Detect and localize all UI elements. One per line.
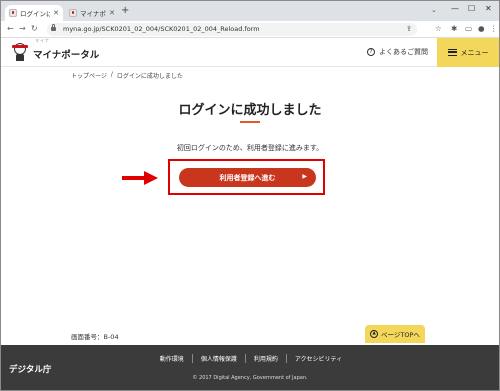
bookmark-star-icon[interactable]: ☆ xyxy=(435,24,442,34)
browser-menu-icon[interactable]: ⋮ xyxy=(490,24,498,34)
site-footer: デジタル庁 動作環境 個人情報保護 利用規約 アクセシビリティ © 2017 D… xyxy=(1,345,499,390)
tab-close-icon[interactable]: ✕ xyxy=(109,9,115,17)
faq-label: よくあるご質問 xyxy=(379,48,428,56)
sidepanel-icon[interactable]: ▭ xyxy=(465,24,472,34)
title-underline xyxy=(240,121,260,123)
address-bar[interactable]: myna.go.jp/SCK0201_02_004/SCK0201_02_004… xyxy=(47,23,417,36)
footer-links: 動作環境 個人情報保護 利用規約 アクセシビリティ xyxy=(141,354,361,363)
page-title: ログインに成功しました xyxy=(178,103,322,118)
breadcrumb-separator: / xyxy=(110,71,113,78)
tab-close-icon[interactable]: ✕ xyxy=(53,9,59,17)
tab-title: ログインに成功しました xyxy=(20,10,51,18)
arrow-right-icon: ▶ xyxy=(302,173,307,180)
share-icon[interactable]: ⇪ xyxy=(406,24,412,34)
page-top-button[interactable]: ▲ ページTOPへ xyxy=(365,325,425,343)
reload-icon[interactable]: ↻ xyxy=(31,24,38,34)
digital-agency-logo[interactable]: デジタル庁 xyxy=(9,363,51,375)
browser-window: ログインに成功しました ✕ マイナポ… ✕ + ⌄ — ☐ ✕ ← → ↻ my… xyxy=(0,0,500,391)
hamburger-icon xyxy=(447,49,457,56)
page-top-label: ページTOPへ xyxy=(381,331,420,339)
faq-link[interactable]: ? よくあるご質問 xyxy=(367,47,428,57)
red-arrow-icon xyxy=(122,171,158,185)
tab-strip: ログインに成功しました ✕ マイナポ… ✕ + ⌄ — ☐ ✕ xyxy=(1,1,499,21)
tab-search-icon[interactable]: ⌄ xyxy=(431,6,437,14)
profile-icon[interactable]: ● xyxy=(478,24,485,34)
menu-label: メニュー xyxy=(460,48,489,57)
footer-link-terms[interactable]: 利用規約 xyxy=(246,354,287,363)
proceed-to-registration-button[interactable]: 利用者登録へ進む ▶ xyxy=(179,168,316,187)
site-favicon-icon xyxy=(9,9,17,17)
breadcrumb: トップページ / ログインに成功しました xyxy=(71,71,183,80)
footer-link-environment[interactable]: 動作環境 xyxy=(152,354,193,363)
minimize-icon[interactable]: — xyxy=(451,4,459,14)
screen-number: 画面番号：B-04 xyxy=(71,333,119,341)
breadcrumb-current: ログインに成功しました xyxy=(116,73,183,80)
logo-ruby: マイナ xyxy=(35,38,50,43)
menu-button[interactable]: メニュー xyxy=(437,38,499,67)
browser-toolbar: ← → ↻ myna.go.jp/SCK0201_02_004/SCK0201_… xyxy=(1,21,499,38)
lock-icon xyxy=(51,24,56,31)
breadcrumb-home[interactable]: トップページ xyxy=(71,71,107,80)
lead-text: 初回ログインのため、利用者登録に進みます。 xyxy=(176,144,324,152)
tab-inactive[interactable]: マイナポ… ✕ xyxy=(65,5,119,21)
maximize-icon[interactable]: ☐ xyxy=(468,4,475,14)
tab-title: マイナポ… xyxy=(80,10,106,18)
back-icon[interactable]: ← xyxy=(7,24,14,34)
mynaportal-mascot-icon xyxy=(9,42,31,62)
copyright: © 2017 Digital Agency, Government of Jap… xyxy=(192,375,308,381)
close-window-icon[interactable]: ✕ xyxy=(485,4,492,14)
extensions-icon[interactable]: ✱ xyxy=(451,24,457,34)
site-header: マイナ マイナポータル ? よくあるご質問 メニュー xyxy=(1,38,499,67)
arrow-up-icon: ▲ xyxy=(370,330,379,338)
proceed-button-label: 利用者登録へ進む xyxy=(219,173,276,182)
tab-active[interactable]: ログインに成功しました ✕ xyxy=(5,5,63,21)
site-favicon-icon xyxy=(69,9,77,17)
footer-link-privacy[interactable]: 個人情報保護 xyxy=(193,354,246,363)
question-icon: ? xyxy=(367,48,375,56)
forward-icon[interactable]: → xyxy=(19,24,26,34)
new-tab-button[interactable]: + xyxy=(121,6,129,16)
site-logo[interactable]: マイナ マイナポータル xyxy=(9,38,100,62)
logo-text: マイナポータル xyxy=(33,50,100,61)
footer-link-accessibility[interactable]: アクセシビリティ xyxy=(287,354,350,363)
